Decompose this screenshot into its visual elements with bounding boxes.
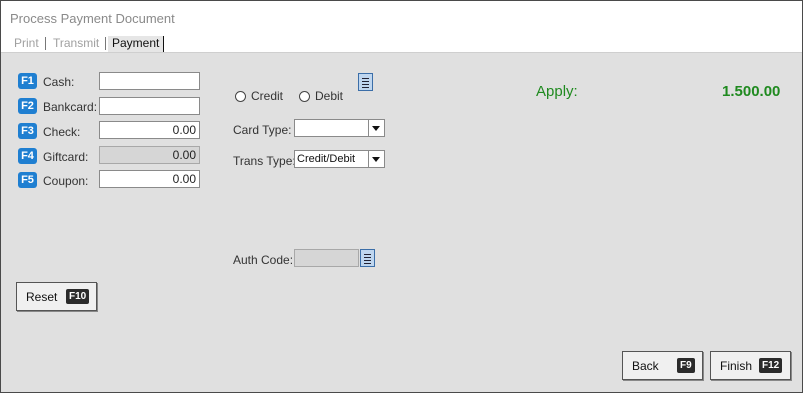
- giftcard-input: 0.00: [99, 146, 200, 164]
- tab-transmit[interactable]: Transmit: [53, 36, 99, 52]
- giftcard-label: Giftcard:: [43, 150, 89, 164]
- reset-shortcut-badge: F10: [66, 289, 90, 304]
- payment-window: Process Payment Document Print Transmit …: [0, 0, 803, 393]
- trans-type-value: Credit/Debit: [297, 153, 356, 165]
- list-icon[interactable]: [358, 73, 373, 91]
- f2-key-badge[interactable]: F2: [18, 98, 37, 114]
- title-bar: Process Payment Document: [1, 1, 802, 35]
- payment-panel: F1 Cash: F2 Bankcard: F3 Check: 0.00 F4 …: [1, 53, 802, 392]
- trans-type-select[interactable]: Credit/Debit: [294, 150, 385, 168]
- reset-button[interactable]: Reset F10: [16, 282, 97, 311]
- list-icon[interactable]: [360, 249, 375, 267]
- trans-type-label: Trans Type:: [233, 154, 296, 168]
- reset-label: Reset: [26, 290, 58, 304]
- credit-label: Credit: [251, 89, 284, 103]
- coupon-input[interactable]: 0.00: [99, 170, 200, 188]
- chevron-down-icon[interactable]: [368, 120, 384, 136]
- finish-button[interactable]: Finish F12: [710, 351, 791, 380]
- back-button[interactable]: Back F9: [622, 351, 703, 380]
- finish-shortcut-badge: F12: [759, 358, 783, 373]
- card-type-label: Card Type:: [233, 123, 292, 137]
- tab-separator: [105, 37, 106, 50]
- cash-label: Cash:: [43, 75, 75, 89]
- f3-key-badge[interactable]: F3: [18, 123, 37, 139]
- bankcard-label: Bankcard:: [43, 100, 98, 114]
- debit-label: Debit: [315, 89, 344, 103]
- auth-code-input: [294, 249, 359, 267]
- back-label: Back: [632, 359, 659, 373]
- f4-key-badge[interactable]: F4: [18, 148, 37, 164]
- tab-payment[interactable]: Payment: [108, 36, 165, 52]
- auth-code-label: Auth Code:: [233, 253, 294, 267]
- finish-label: Finish: [720, 359, 753, 373]
- window-title: Process Payment Document: [10, 11, 175, 26]
- check-label: Check:: [43, 125, 81, 139]
- card-type-select[interactable]: [294, 119, 385, 137]
- f5-key-badge[interactable]: F5: [18, 172, 37, 188]
- tab-print[interactable]: Print: [14, 36, 39, 52]
- f1-key-badge[interactable]: F1: [18, 73, 37, 89]
- coupon-label: Coupon:: [43, 174, 89, 188]
- debit-radio[interactable]: [299, 91, 310, 102]
- credit-radio[interactable]: [235, 91, 246, 102]
- apply-label: Apply:: [536, 83, 578, 100]
- check-input[interactable]: 0.00: [99, 121, 200, 139]
- chevron-down-icon[interactable]: [368, 151, 384, 167]
- tab-separator: [45, 37, 46, 50]
- bankcard-input[interactable]: [99, 97, 200, 115]
- apply-amount: 1.500.00: [722, 83, 781, 100]
- back-shortcut-badge: F9: [677, 358, 695, 373]
- cash-input[interactable]: [99, 72, 200, 90]
- tab-bar: Print Transmit Payment: [1, 35, 802, 53]
